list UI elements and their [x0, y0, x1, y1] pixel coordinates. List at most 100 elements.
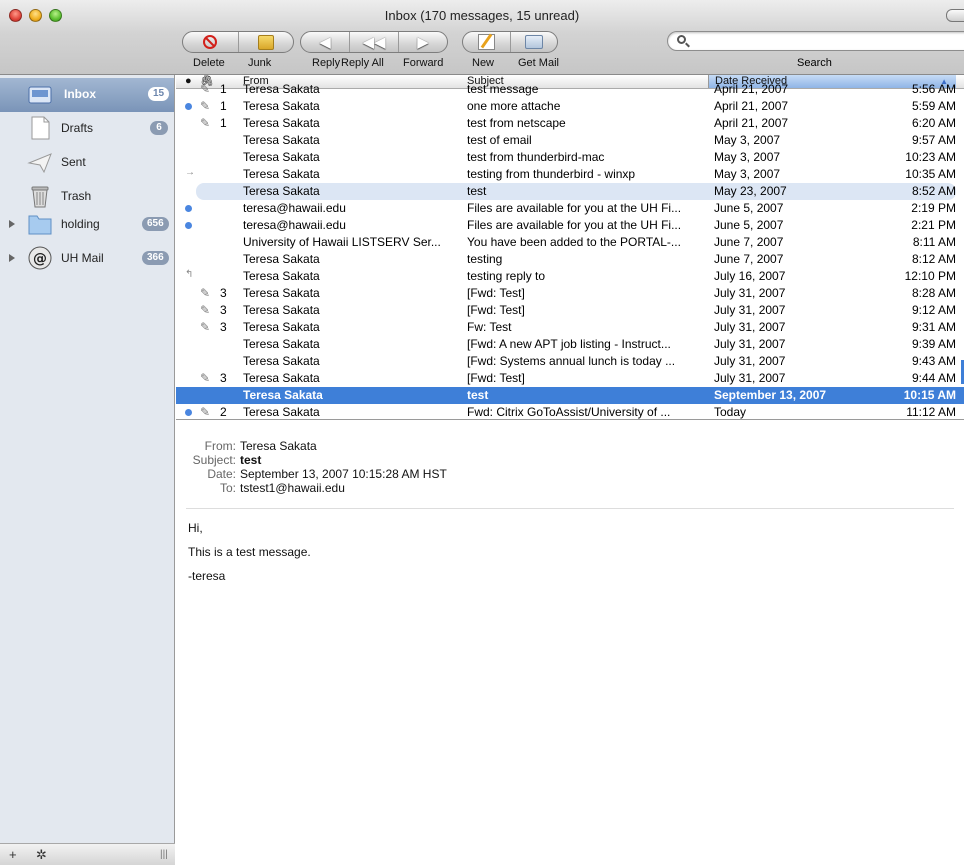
message-row[interactable]: ✎ 3 Teresa Sakata Fw: Test July 31, 2007 9:31… — [176, 319, 964, 336]
subject-cell: Files are available for you at the UH Fi… — [467, 201, 682, 215]
date-cell: May 3, 2007 — [714, 133, 781, 147]
attachment-icon: ✎ — [200, 286, 211, 300]
time-cell: 2:19 PM — [911, 201, 956, 215]
time-cell: 8:11 AM — [912, 235, 956, 249]
junk-label: Junk — [248, 57, 272, 69]
compose-icon — [477, 34, 495, 50]
sidebar-item-label: Sent — [61, 155, 86, 169]
delete-button[interactable] — [183, 32, 239, 52]
subject-cell: [Fwd: Test] — [467, 371, 525, 385]
time-cell: 12:10 PM — [904, 269, 956, 283]
message-row[interactable]: ↰ Teresa Sakata testing reply to July 16, 2… — [176, 268, 964, 285]
subject-cell: [Fwd: Test] — [467, 286, 525, 300]
time-cell: 9:12 AM — [911, 303, 956, 317]
date-value: September 13, 2007 10:15:28 AM HST — [240, 467, 447, 481]
svg-text:@: @ — [33, 251, 47, 267]
subject-cell: test of email — [467, 133, 532, 147]
subject-cell: testing from thunderbird - winxp — [467, 167, 636, 181]
status-mark-icon: ↰ — [185, 269, 193, 280]
date-cell: April 21, 2007 — [714, 99, 789, 113]
body-line: This is a test message. — [188, 545, 311, 559]
thread-count: 3 — [220, 286, 227, 300]
attachment-icon: ✎ — [200, 371, 211, 385]
message-row[interactable]: Teresa Sakata [Fwd: Systems annual lunch … — [176, 353, 964, 370]
delete-icon — [203, 35, 218, 49]
sidebar-item-inbox[interactable]: Inbox 15 — [0, 78, 174, 112]
message-row[interactable]: ✎ 1 Teresa Sakata test from netscape April 2… — [176, 115, 964, 132]
sidebar-item-label: UH Mail — [61, 251, 104, 265]
message-row[interactable]: ✎ 3 Teresa Sakata [Fwd: Test] July 31, 2007 9… — [176, 302, 964, 319]
time-cell: 9:57 AM — [911, 133, 956, 147]
search-field[interactable] — [667, 31, 964, 51]
add-mailbox-button[interactable]: + — [9, 847, 17, 862]
message-row[interactable]: ✎ 1 Teresa Sakata test message April 21, 200… — [176, 81, 964, 98]
from-cell: Teresa Sakata — [243, 303, 320, 317]
time-cell: 9:39 AM — [911, 337, 956, 351]
from-cell: Teresa Sakata — [243, 150, 320, 164]
subject-cell: [Fwd: A new APT job listing - Instruct..… — [467, 337, 671, 351]
new-label: New — [472, 57, 495, 69]
mail-window: Inbox (170 messages, 15 unread) Delete J… — [0, 0, 964, 865]
message-row[interactable]: → Teresa Sakata testing from thunderbird -… — [176, 166, 964, 183]
junk-button[interactable] — [239, 32, 294, 52]
message-row[interactable]: ✎ 3 Teresa Sakata [Fwd: Test] July 31, 2007 9… — [176, 370, 964, 387]
date-cell: May 23, 2007 — [714, 184, 787, 198]
date-cell: July 31, 2007 — [714, 337, 786, 351]
subject-cell: testing reply to — [467, 269, 546, 283]
message-row[interactable]: ✎ 1 Teresa Sakata one more attache April 21,… — [176, 98, 964, 115]
body-line: -teresa — [188, 569, 226, 583]
time-cell: 8:52 AM — [911, 184, 956, 198]
resize-handle[interactable]: ||| — [160, 849, 168, 860]
thread-count: 1 — [220, 82, 227, 96]
from-cell: Teresa Sakata — [243, 286, 320, 300]
date-key: Date: — [207, 467, 236, 481]
message-row[interactable]: ✎ 3 Teresa Sakata [Fwd: Test] July 31, 2007 8… — [176, 285, 964, 302]
thread-count: 2 — [220, 405, 227, 419]
reply-all-button[interactable]: ◀◀ — [350, 32, 399, 52]
from-cell: Teresa Sakata — [243, 82, 320, 96]
from-value[interactable]: Teresa Sakata — [240, 439, 317, 453]
reply-button[interactable]: ◀ — [301, 32, 350, 52]
get-mail-label: Get Mail — [518, 57, 559, 69]
from-cell: teresa@hawaii.edu — [243, 201, 346, 215]
message-row[interactable]: Teresa Sakata test September 13, 2007 10:15… — [176, 387, 964, 404]
message-row[interactable]: Teresa Sakata test from thunderbird-mac Ma… — [176, 149, 964, 166]
disclosure-triangle-icon[interactable] — [9, 254, 15, 262]
message-row[interactable]: Teresa Sakata [Fwd: A new APT job listing… — [176, 336, 964, 353]
message-row[interactable]: Teresa Sakata test May 23, 2007 8:52 AM — [196, 183, 956, 200]
time-cell: 10:35 AM — [905, 167, 956, 181]
time-cell: 8:12 AM — [911, 252, 956, 266]
sidebar-item-label: Trash — [61, 189, 92, 203]
message-row[interactable]: teresa@hawaii.edu Files are available for… — [176, 217, 964, 234]
message-row[interactable]: ✎ 2 Teresa Sakata Fwd: Citrix GoToAssist/Un… — [176, 404, 964, 419]
thread-count: 3 — [220, 371, 227, 385]
attachment-icon: ✎ — [200, 82, 211, 96]
message-row[interactable]: Teresa Sakata testing June 7, 2007 8:12 AM — [176, 251, 964, 268]
subject-cell: Files are available for you at the UH Fi… — [467, 218, 682, 232]
message-row[interactable]: teresa@hawaii.edu Files are available for… — [176, 200, 964, 217]
disclosure-triangle-icon[interactable] — [9, 220, 15, 228]
to-value[interactable]: tstest1@hawaii.edu — [240, 481, 345, 495]
forward-button[interactable]: ▶ — [399, 32, 447, 52]
time-cell: 10:15 AM — [903, 388, 956, 402]
get-mail-button[interactable] — [511, 32, 558, 52]
subject-cell: Fw: Test — [467, 320, 512, 334]
time-cell: 5:59 AM — [911, 99, 956, 113]
toolbar-toggle-button[interactable] — [946, 9, 964, 22]
sidebar-item-drafts[interactable]: Drafts 6 — [0, 112, 174, 146]
message-list: ● 🖇 From Subject Date Received ▲ ✎ 1 Teres… — [176, 75, 964, 420]
message-row[interactable]: Teresa Sakata test of email May 3, 2007 9:5… — [176, 132, 964, 149]
sidebar-item-holding[interactable]: holding 656 — [0, 208, 174, 242]
from-cell: Teresa Sakata — [243, 371, 320, 385]
time-cell: 6:20 AM — [911, 116, 956, 130]
sidebar-item-sent[interactable]: Sent — [0, 146, 174, 180]
from-cell: Teresa Sakata — [243, 388, 323, 402]
attachment-icon: ✎ — [200, 405, 211, 419]
new-message-button[interactable] — [463, 32, 511, 52]
date-cell: June 5, 2007 — [714, 201, 784, 215]
action-menu-button[interactable]: ✲ — [36, 847, 47, 863]
sidebar-item-uh-mail[interactable]: @ UH Mail 366 — [0, 242, 174, 276]
from-cell: Teresa Sakata — [243, 116, 320, 130]
message-row[interactable]: University of Hawaii LISTSERV Ser... You … — [176, 234, 964, 251]
reply-all-icon: ◀◀ — [362, 33, 386, 51]
